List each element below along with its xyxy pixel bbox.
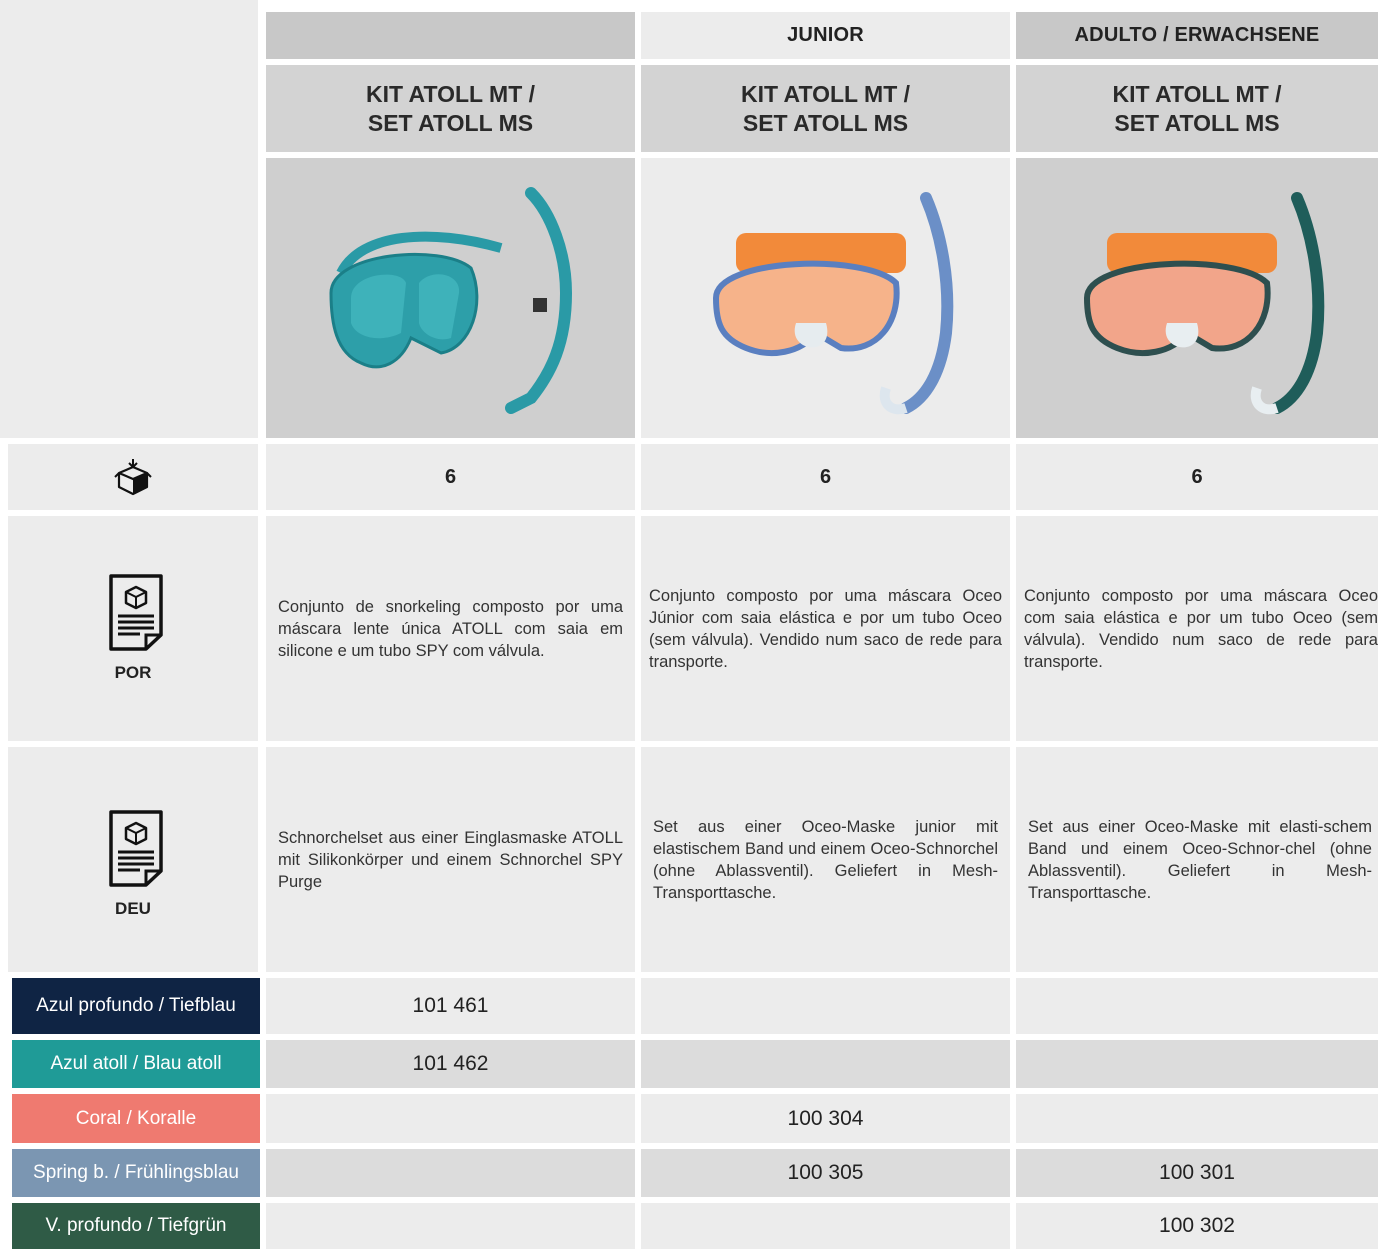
header-adult: ADULTO / ERWACHSENE	[1016, 12, 1378, 59]
description-por-1: Conjunto de snorkeling composto por uma …	[266, 516, 635, 741]
article-code	[1016, 978, 1378, 1034]
box-download-icon	[114, 459, 152, 496]
mask-snorkel-illustration	[328, 187, 572, 414]
product-title-line2: SET ATOLL MS	[742, 109, 909, 136]
description-text: Conjunto composto por uma máscara Oceo c…	[1024, 586, 1378, 671]
lang-cell-deu: DEU	[8, 747, 258, 972]
description-text: Set aus einer Oceo-Maske junior mit elas…	[653, 817, 998, 902]
article-code	[1016, 1094, 1378, 1143]
article-code	[266, 1149, 635, 1197]
pack-qty-3: 6	[1016, 444, 1378, 510]
description-deu-2: Set aus einer Oceo-Maske junior mit elas…	[641, 747, 1010, 972]
product-title-line1: KIT ATOLL MT /	[1112, 80, 1282, 107]
product-image-atoll	[266, 158, 635, 438]
description-text: Conjunto composto por uma máscara Oceo J…	[649, 586, 1002, 671]
color-swatch-tiefgruen: V. profundo / Tiefgrün	[12, 1203, 260, 1249]
article-code: 101 461	[266, 978, 635, 1034]
product-image-junior	[641, 158, 1010, 438]
description-text: Set aus einer Oceo-Maske mit elasti-sche…	[1028, 817, 1372, 902]
box-icon-cell	[8, 444, 258, 510]
mask-snorkel-illustration	[712, 192, 953, 415]
lang-label-deu: DEU	[115, 899, 151, 918]
product-title-3: KIT ATOLL MT / SET ATOLL MS	[1016, 65, 1378, 152]
product-title-2: KIT ATOLL MT / SET ATOLL MS	[641, 65, 1010, 152]
article-code: 100 305	[641, 1149, 1010, 1197]
lang-cell-por: POR	[8, 516, 258, 741]
article-code: 100 301	[1016, 1149, 1378, 1197]
product-title-1: KIT ATOLL MT / SET ATOLL MS	[266, 65, 635, 152]
header-junior: JUNIOR	[641, 12, 1010, 59]
product-title-line2: SET ATOLL MS	[367, 109, 534, 136]
description-por-2: Conjunto composto por uma máscara Oceo J…	[641, 516, 1010, 741]
product-title-line1: KIT ATOLL MT /	[365, 80, 536, 107]
product-image-adult	[1016, 158, 1378, 438]
description-por-3: Conjunto composto por uma máscara Oceo c…	[1016, 516, 1378, 741]
description-text: Conjunto de snorkeling composto por uma …	[278, 597, 623, 660]
article-code: 100 302	[1016, 1203, 1378, 1249]
header-col1	[266, 12, 635, 59]
article-code: 101 462	[266, 1040, 635, 1088]
mask-snorkel-illustration	[1083, 192, 1325, 415]
pack-qty-2: 6	[641, 444, 1010, 510]
color-swatch-blau-atoll: Azul atoll / Blau atoll	[12, 1040, 260, 1088]
article-code	[641, 1040, 1010, 1088]
article-code	[1016, 1040, 1378, 1088]
description-text: Schnorchelset aus einer Einglasmaske ATO…	[278, 828, 623, 891]
article-code	[641, 978, 1010, 1034]
top-left-blank	[0, 0, 258, 438]
article-code	[266, 1094, 635, 1143]
color-swatch-koralle: Coral / Koralle	[12, 1094, 260, 1143]
article-code	[266, 1203, 635, 1249]
description-deu-3: Set aus einer Oceo-Maske mit elasti-sche…	[1016, 747, 1378, 972]
article-code: 100 304	[641, 1094, 1010, 1143]
pack-qty-1: 6	[266, 444, 635, 510]
document-icon	[109, 574, 163, 651]
product-title-line2: SET ATOLL MS	[1114, 109, 1280, 136]
color-swatch-fruehlingsblau: Spring b. / Frühlingsblau	[12, 1149, 260, 1197]
article-code	[641, 1203, 1010, 1249]
color-swatch-tiefblau: Azul profundo / Tiefblau	[12, 978, 260, 1034]
lang-label-por: POR	[114, 663, 152, 682]
description-deu-1: Schnorchelset aus einer Einglasmaske ATO…	[266, 747, 635, 972]
document-icon	[109, 810, 163, 887]
product-title-line1: KIT ATOLL MT /	[740, 80, 911, 107]
